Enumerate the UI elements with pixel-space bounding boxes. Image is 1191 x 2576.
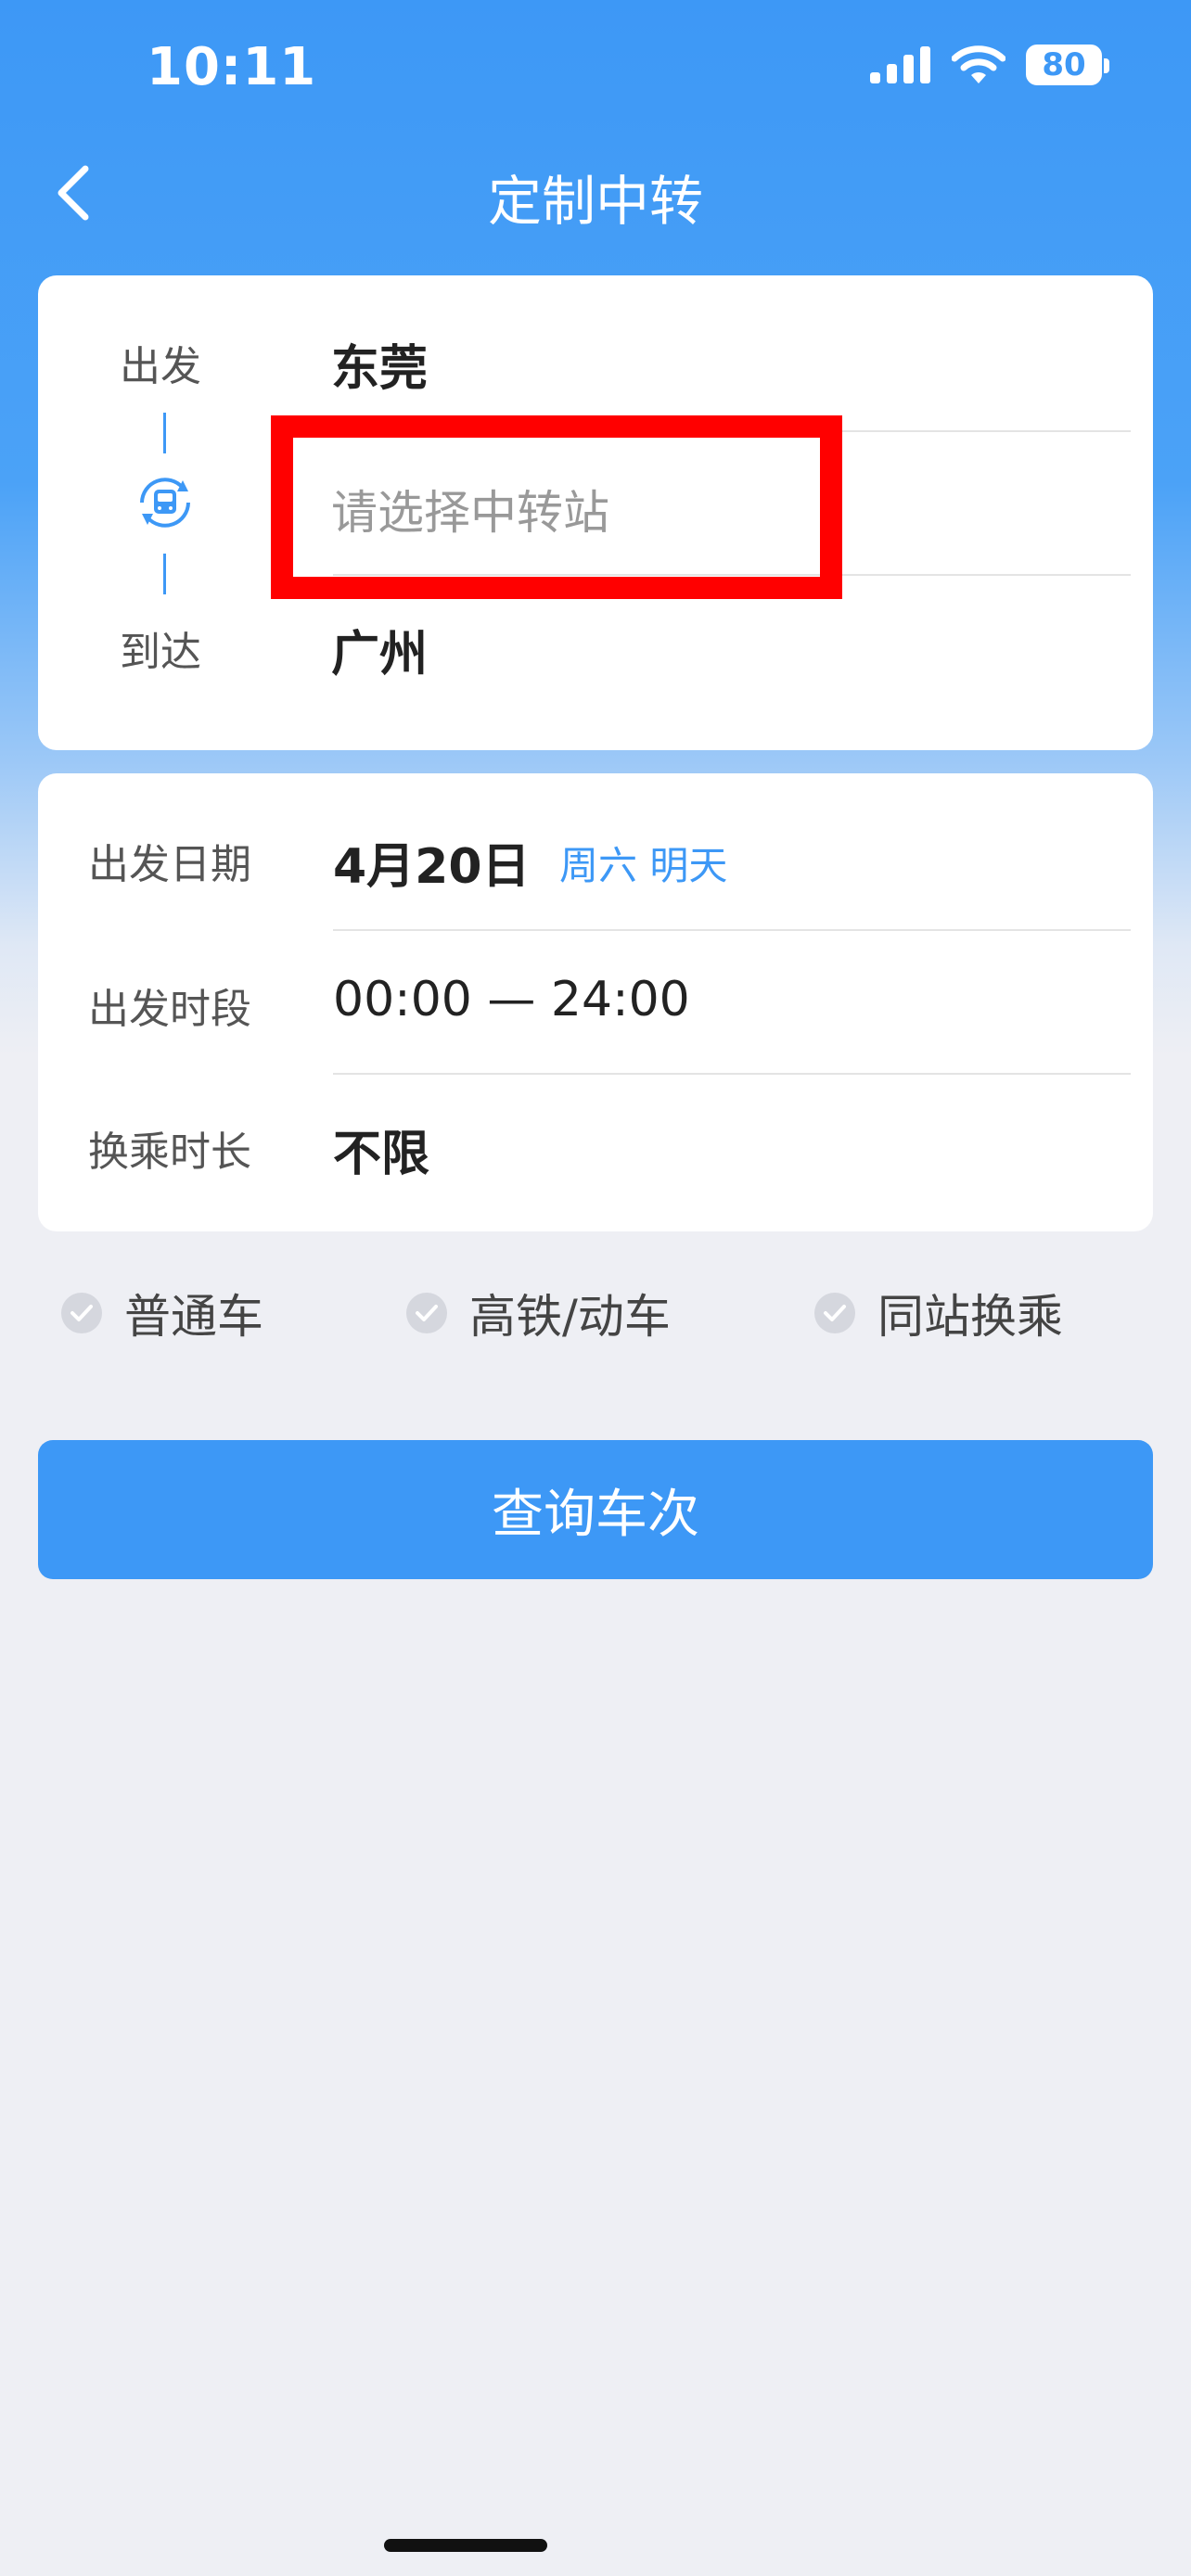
date-value[interactable]: 4月20日 bbox=[333, 827, 531, 897]
filter-normal-train[interactable]: 普通车 bbox=[61, 1280, 263, 1346]
time-range-value[interactable]: 00:00 — 24:00 bbox=[333, 972, 690, 1027]
duration-value[interactable]: 不限 bbox=[333, 1115, 429, 1184]
arrive-label: 到达 bbox=[120, 629, 201, 676]
check-icon bbox=[61, 1293, 102, 1333]
filter-label: 高铁/动车 bbox=[469, 1290, 671, 1344]
filter-high-speed[interactable]: 高铁/动车 bbox=[406, 1280, 671, 1346]
filter-label: 同站换乘 bbox=[877, 1290, 1063, 1344]
battery-level: 80 bbox=[1042, 46, 1086, 83]
duration-label: 换乘时长 bbox=[88, 1129, 251, 1176]
depart-label: 出发 bbox=[120, 343, 201, 390]
battery-icon: 80 bbox=[1026, 45, 1109, 85]
page-title: 定制中转 bbox=[487, 170, 703, 233]
filter-label: 普通车 bbox=[124, 1290, 263, 1344]
route-line bbox=[163, 413, 166, 453]
arrive-station[interactable]: 广州 bbox=[331, 615, 428, 684]
check-icon bbox=[814, 1293, 855, 1333]
date-note: 周六 明天 bbox=[559, 843, 728, 888]
check-icon bbox=[406, 1293, 447, 1333]
filter-same-station[interactable]: 同站换乘 bbox=[814, 1280, 1063, 1346]
status-time: 10:11 bbox=[147, 37, 317, 97]
divider bbox=[333, 929, 1131, 931]
date-label: 出发日期 bbox=[88, 841, 251, 888]
time-label: 出发时段 bbox=[88, 986, 251, 1033]
train-transfer-icon bbox=[140, 478, 190, 528]
divider bbox=[333, 1073, 1131, 1075]
home-indicator bbox=[384, 2539, 547, 2552]
status-icons: 80 bbox=[870, 45, 1109, 85]
status-bar: 10:11 80 bbox=[0, 0, 1191, 139]
signal-icon bbox=[870, 46, 930, 83]
query-trains-button[interactable]: 查询车次 bbox=[38, 1440, 1153, 1579]
route-line bbox=[163, 554, 166, 594]
highlight-box bbox=[271, 415, 842, 599]
wifi-icon bbox=[952, 45, 1005, 83]
options-card: 出发日期 4月20日 周六 明天 出发时段 00:00 — 24:00 换乘时长… bbox=[38, 773, 1153, 1231]
depart-station[interactable]: 东莞 bbox=[331, 329, 428, 399]
navbar: 定制中转 bbox=[0, 139, 1191, 250]
